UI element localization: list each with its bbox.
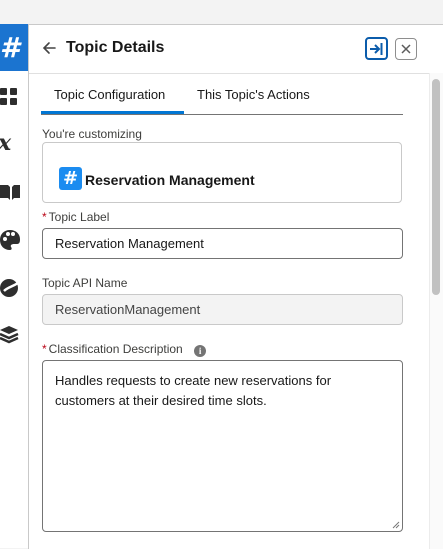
variable-icon[interactable]: x	[0, 132, 22, 154]
layers-icon[interactable]	[0, 324, 22, 346]
active-tab-indicator	[41, 111, 184, 114]
panel-title: Topic Details	[66, 39, 165, 56]
required-asterisk: *	[42, 210, 47, 224]
topic-label-input[interactable]: Reservation Management	[42, 228, 403, 259]
icon-rail: # x	[0, 24, 28, 548]
description-heading: * Classification Description i	[42, 342, 207, 357]
topic-rail-button[interactable]: #	[0, 24, 28, 71]
customizing-card: # Reservation Management	[42, 142, 402, 203]
description-textarea[interactable]: Handles requests to create new reservati…	[42, 360, 403, 532]
panel-scrollbar[interactable]	[429, 73, 443, 549]
collapse-panel-icon	[370, 42, 383, 55]
apps-grid-icon[interactable]	[0, 86, 22, 108]
tab-topic-configuration[interactable]: Topic Configuration	[54, 87, 165, 102]
library-icon[interactable]	[0, 181, 22, 203]
svg-text:x: x	[0, 132, 12, 154]
topic-hash-icon: #	[59, 167, 82, 190]
tab-topic-actions[interactable]: This Topic's Actions	[197, 87, 310, 102]
customizing-topic-name: Reservation Management	[85, 172, 255, 188]
tab-bar: Topic Configuration This Topic's Actions	[41, 73, 403, 115]
close-icon	[401, 44, 411, 54]
info-icon[interactable]: i	[194, 345, 207, 357]
required-asterisk: *	[42, 342, 47, 356]
close-button[interactable]	[395, 38, 417, 60]
palette-icon[interactable]	[0, 229, 22, 251]
back-arrow-icon[interactable]	[41, 40, 57, 56]
topic-label-heading: * Topic Label	[42, 210, 110, 224]
collapse-panel-button[interactable]	[365, 37, 388, 60]
scrollbar-thumb[interactable]	[432, 79, 440, 295]
customizing-label: You're customizing	[42, 127, 142, 141]
api-name-heading: Topic API Name	[42, 276, 128, 290]
topic-details-panel: Topic Details Topic Configuration This T…	[28, 24, 443, 549]
api-name-input: ReservationManagement	[42, 294, 403, 325]
panel-header: Topic Details	[29, 25, 431, 74]
hash-icon: #	[0, 31, 20, 64]
resize-handle-icon[interactable]	[392, 521, 400, 529]
knowledge-icon[interactable]	[0, 277, 22, 299]
